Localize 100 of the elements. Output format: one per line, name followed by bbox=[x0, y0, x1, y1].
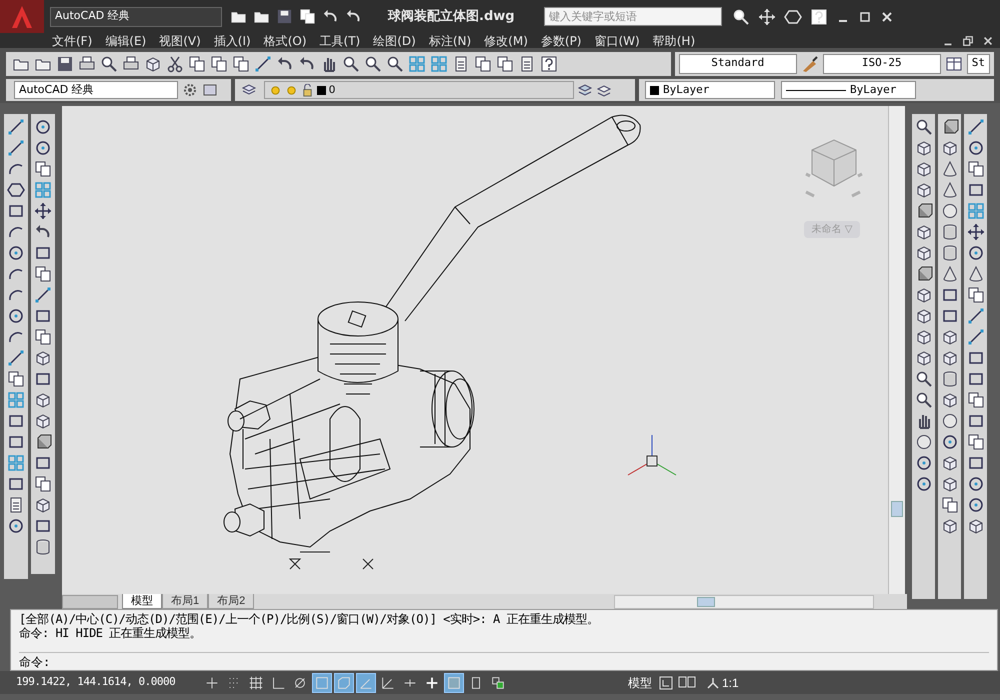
cone-icon[interactable] bbox=[940, 265, 958, 283]
scissors-icon[interactable] bbox=[166, 54, 184, 72]
copy-icon[interactable] bbox=[299, 8, 316, 25]
copy-icon[interactable] bbox=[496, 54, 514, 72]
horizontal-scrollbar[interactable] bbox=[614, 594, 874, 608]
copy-icon[interactable] bbox=[966, 433, 984, 451]
cube-icon[interactable] bbox=[914, 160, 932, 178]
menu-item[interactable]: 帮助(H) bbox=[652, 32, 696, 50]
copy-icon[interactable] bbox=[474, 54, 492, 72]
copy-icon[interactable] bbox=[232, 54, 250, 72]
menu-item[interactable]: 工具(T) bbox=[320, 32, 360, 50]
cube-icon[interactable] bbox=[940, 517, 958, 535]
cube-icon[interactable] bbox=[940, 391, 958, 409]
cube-icon[interactable] bbox=[940, 328, 958, 346]
circle-icon[interactable] bbox=[34, 118, 52, 136]
copy-icon[interactable] bbox=[34, 265, 52, 283]
cube-icon[interactable] bbox=[34, 496, 52, 514]
cylinder-icon[interactable] bbox=[940, 244, 958, 262]
color-dropdown[interactable]: ByLayer bbox=[645, 81, 775, 99]
magnifier-icon[interactable] bbox=[914, 118, 932, 136]
magnifier-icon[interactable] bbox=[100, 54, 118, 72]
cone-icon[interactable] bbox=[940, 160, 958, 178]
line-icon[interactable] bbox=[34, 286, 52, 304]
line-icon[interactable] bbox=[966, 328, 984, 346]
cube-icon[interactable] bbox=[914, 139, 932, 157]
cube-icon[interactable] bbox=[914, 349, 932, 367]
copy-icon[interactable] bbox=[210, 54, 228, 72]
close-button[interactable] bbox=[982, 34, 994, 46]
question-icon[interactable] bbox=[540, 54, 558, 72]
circle-icon[interactable] bbox=[966, 475, 984, 493]
cube-icon[interactable] bbox=[34, 412, 52, 430]
cube-icon[interactable] bbox=[940, 454, 958, 472]
circle-icon[interactable] bbox=[7, 244, 25, 262]
command-prompt[interactable]: 命令: bbox=[19, 652, 50, 670]
cube-icon[interactable] bbox=[940, 349, 958, 367]
layout-tab[interactable]: 布局1 bbox=[162, 594, 208, 609]
menu-item[interactable]: 标注(N) bbox=[428, 32, 472, 50]
cylinder-icon[interactable] bbox=[34, 538, 52, 556]
menu-item[interactable]: 格式(O) bbox=[264, 32, 307, 50]
restore-button[interactable] bbox=[962, 34, 974, 46]
sphere-icon[interactable] bbox=[914, 433, 932, 451]
circle-icon[interactable] bbox=[966, 496, 984, 514]
menu-item[interactable]: 绘图(D) bbox=[373, 32, 416, 50]
workspace-dropdown[interactable]: AutoCAD 经典 bbox=[14, 81, 178, 99]
annotation-scale-button[interactable]: 1:1 bbox=[706, 674, 739, 692]
hexagon-icon[interactable] bbox=[784, 8, 802, 26]
sphere-icon[interactable] bbox=[940, 202, 958, 220]
dimension-style-dropdown[interactable]: ISO-25 bbox=[822, 54, 941, 74]
table-style-dropdown[interactable]: St bbox=[966, 54, 990, 74]
cube-icon[interactable] bbox=[144, 54, 162, 72]
line-icon[interactable] bbox=[966, 307, 984, 325]
lock-icon[interactable] bbox=[301, 84, 314, 96]
line-icon[interactable] bbox=[7, 139, 25, 157]
status-toggle-button[interactable] bbox=[356, 672, 376, 692]
cube-icon[interactable] bbox=[914, 223, 932, 241]
status-toggle-button[interactable] bbox=[334, 672, 354, 692]
circle-icon[interactable] bbox=[966, 139, 984, 157]
layout-icon[interactable] bbox=[678, 674, 696, 690]
menu-item[interactable]: 修改(M) bbox=[484, 32, 528, 50]
line-icon[interactable] bbox=[966, 118, 984, 136]
line-icon[interactable] bbox=[7, 118, 25, 136]
copy-icon[interactable] bbox=[34, 328, 52, 346]
move-icon[interactable] bbox=[34, 202, 52, 220]
magnifier-icon[interactable] bbox=[364, 54, 382, 72]
circle-icon[interactable] bbox=[7, 517, 25, 535]
magnifier-icon[interactable] bbox=[914, 370, 932, 388]
cube-icon[interactable] bbox=[34, 349, 52, 367]
menu-item[interactable]: 编辑(E) bbox=[105, 32, 146, 50]
layers-icon[interactable] bbox=[577, 82, 593, 98]
search-field[interactable]: 键入关键字或短语 bbox=[544, 7, 722, 26]
cube-icon[interactable] bbox=[34, 391, 52, 409]
text-style-dropdown[interactable]: Standard bbox=[678, 54, 797, 74]
brush-icon[interactable] bbox=[800, 54, 819, 72]
copy-icon[interactable] bbox=[966, 391, 984, 409]
workspace-dropdown[interactable]: AutoCAD 经典 bbox=[50, 6, 222, 26]
cube-icon[interactable] bbox=[940, 475, 958, 493]
circle-icon[interactable] bbox=[914, 454, 932, 472]
line-icon[interactable] bbox=[254, 54, 272, 72]
cylinder-icon[interactable] bbox=[940, 370, 958, 388]
copy-icon[interactable] bbox=[34, 475, 52, 493]
copy-icon[interactable] bbox=[34, 160, 52, 178]
cube-icon[interactable] bbox=[914, 307, 932, 325]
circle-icon[interactable] bbox=[940, 433, 958, 451]
linetype-dropdown[interactable]: ByLayer bbox=[781, 81, 916, 99]
table-icon[interactable] bbox=[944, 54, 963, 72]
magnifier-icon[interactable] bbox=[342, 54, 360, 72]
magnifier-icon[interactable] bbox=[386, 54, 404, 72]
cube-icon[interactable] bbox=[940, 139, 958, 157]
vertical-scrollbar[interactable] bbox=[888, 106, 905, 594]
magnifier-icon[interactable] bbox=[914, 391, 932, 409]
cone-icon[interactable] bbox=[966, 265, 984, 283]
sphere-icon[interactable] bbox=[940, 412, 958, 430]
copy-icon[interactable] bbox=[940, 496, 958, 514]
undo-icon[interactable] bbox=[298, 54, 316, 72]
undo-icon[interactable] bbox=[276, 54, 294, 72]
menu-item[interactable]: 插入(I) bbox=[214, 32, 251, 50]
layout-icon[interactable] bbox=[658, 674, 674, 690]
menu-item[interactable]: 窗口(W) bbox=[594, 32, 640, 50]
gear-icon[interactable] bbox=[182, 82, 198, 98]
menu-item[interactable]: 参数(P) bbox=[540, 32, 582, 50]
